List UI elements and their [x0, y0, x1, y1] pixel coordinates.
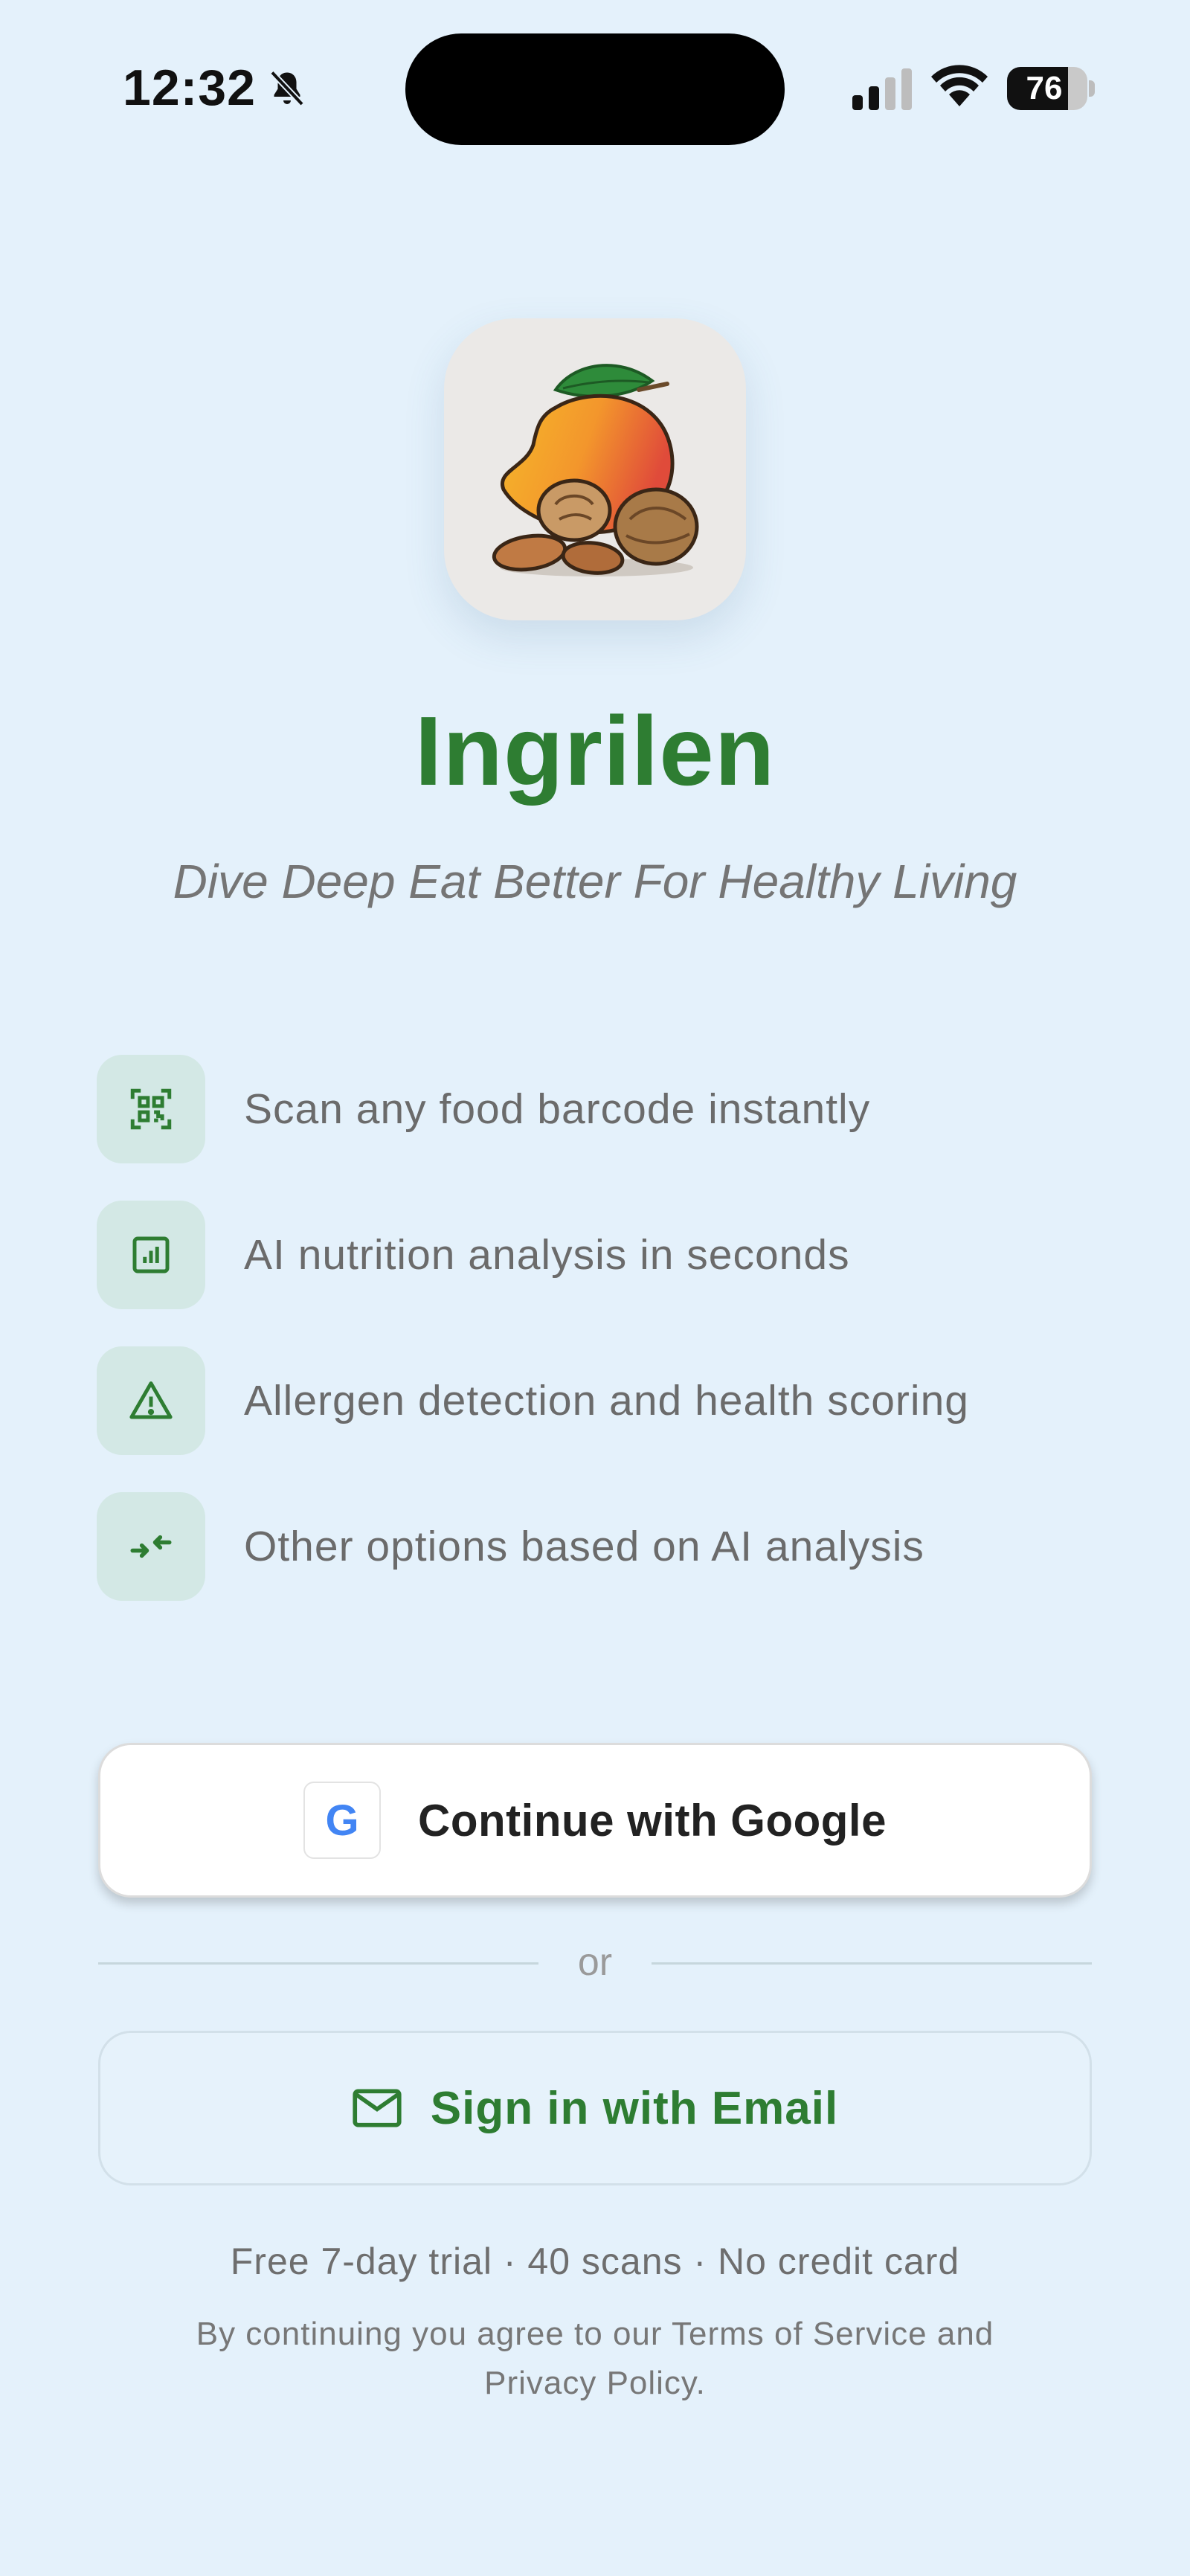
compare-arrows-icon — [130, 1535, 172, 1558]
divider-line-right — [652, 1962, 1092, 1965]
chart-icon — [132, 1236, 170, 1273]
trial-note: Free 7-day trial · 40 scans · No credit … — [230, 2241, 960, 2282]
legal-note: By continuing you agree to our Terms of … — [196, 2316, 994, 2401]
feature-icon-tile — [97, 1346, 205, 1455]
barcode-scan-icon — [130, 1088, 172, 1130]
mail-icon — [353, 2089, 402, 2127]
feature-text: Scan any food barcode instantly — [244, 1085, 871, 1133]
feature-icon-tile — [97, 1055, 205, 1163]
status-bar: 12:32 76 — [0, 0, 1190, 179]
cellular-signal-icon — [852, 68, 912, 110]
tagline: Dive Deep Eat Better For Healthy Living — [173, 855, 1017, 908]
wifi-icon — [931, 65, 988, 106]
warning-icon — [129, 1381, 173, 1419]
battery-cap — [1089, 80, 1095, 97]
mango-nuts-logo-icon — [492, 364, 699, 576]
status-time: 12:32 — [123, 60, 256, 116]
feature-text: Other options based on AI analysis — [244, 1523, 924, 1570]
sign-in-with-email-button[interactable]: Sign in with Email — [98, 2031, 1092, 2185]
feature-item-barcode: Scan any food barcode instantly — [97, 1055, 1093, 1163]
feature-text: Allergen detection and health scoring — [244, 1377, 969, 1424]
google-icon: G — [303, 1782, 382, 1859]
feature-text: AI nutrition analysis in seconds — [244, 1231, 850, 1279]
continue-with-google-button[interactable]: G Continue with Google — [98, 1743, 1092, 1898]
bell-slash-icon — [270, 70, 304, 106]
app-logo — [444, 318, 746, 620]
feature-list: Scan any food barcode instantly AI nutri… — [97, 1055, 1093, 1638]
google-button-label: Continue with Google — [418, 1795, 887, 1846]
feature-item-options: Other options based on AI analysis — [97, 1492, 1093, 1601]
app-name: Ingrilen — [414, 696, 776, 806]
feature-icon-tile — [97, 1492, 205, 1601]
feature-icon-tile — [97, 1201, 205, 1309]
dynamic-island — [405, 33, 785, 145]
feature-item-analysis: AI nutrition analysis in seconds — [97, 1201, 1093, 1309]
email-button-label: Sign in with Email — [430, 2082, 839, 2134]
feature-item-allergen: Allergen detection and health scoring — [97, 1346, 1093, 1455]
battery-level: 76 — [1026, 70, 1063, 106]
or-divider: or — [98, 1933, 1092, 1992]
